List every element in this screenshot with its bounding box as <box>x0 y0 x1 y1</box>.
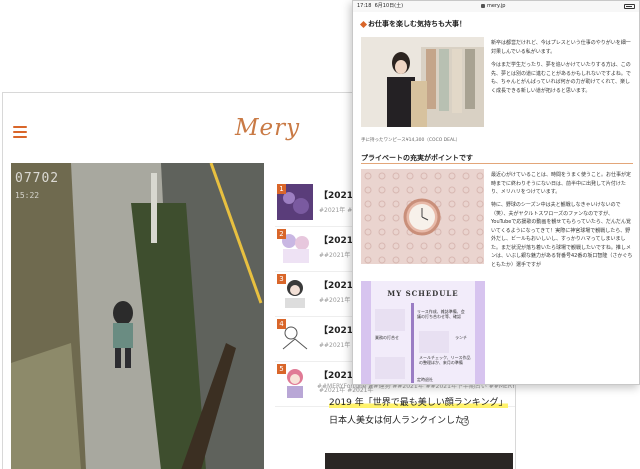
banner-line-1: 2019 年「世界で最も美しい顔ランキング」 <box>329 395 508 408</box>
banner-line-2: 日本人美女は何人ランクインした？ <box>329 416 474 426</box>
status-time: 17:18 <box>357 3 372 9</box>
ranking-thumbnail: 1 <box>277 184 313 220</box>
rank-number: 3 <box>277 274 286 284</box>
section-heading-private: プライベートの充実がポイントです <box>361 154 473 162</box>
photo-caption: 手に持ったワンピース¥14,300（COCO DEAL） <box>361 138 461 143</box>
schedule-item: リース作成、雑誌準備、会議の打ち合わせ等、確認 <box>417 309 465 319</box>
info-icon[interactable]: i <box>461 418 469 426</box>
section-heading-work: お仕事を楽しむ気持ちも大事！ <box>359 19 466 29</box>
ranking-thumbnail: 3 <box>277 274 313 310</box>
ranking-thumbnail: 4 <box>277 319 313 355</box>
section1-paragraph-1: 新卒は都営だけれど、今はプレスという仕事のやりがいを細一対果しんでいる私がいます… <box>491 40 631 55</box>
banner-photo[interactable] <box>325 453 513 469</box>
front-tablet-window: 17:18 6月10日(土) mery.jp お仕事を楽しむ気持ちも大事！ 新卒… <box>352 0 640 385</box>
schedule-item: 業務の打合せ <box>375 335 399 340</box>
status-bar: 17:18 6月10日(土) mery.jp <box>353 1 639 12</box>
section-divider <box>361 163 633 164</box>
banner-highlight-text: 2019 年「世界で最も美しい顔ランキング」 <box>329 398 508 408</box>
battery-icon <box>624 4 635 9</box>
ranking-thumbnail: 5 <box>277 364 313 400</box>
wall-clock-photo[interactable] <box>361 169 484 264</box>
url-text: mery.jp <box>487 3 506 9</box>
interview-photo-boutique[interactable] <box>361 37 484 127</box>
schedule-item: ランチ <box>455 335 467 340</box>
site-logo[interactable]: Mery <box>235 115 300 141</box>
feature-banner[interactable]: 2019 年「世界で最も美しい顔ランキング」 日本人美女は何人ランクインした？ <box>329 395 508 426</box>
url-bar[interactable]: mery.jp <box>481 1 505 12</box>
schedule-item: 定時退社 <box>417 377 433 382</box>
boutique-photo-image <box>361 37 484 127</box>
schedule-title: MY SCHEDULE <box>387 289 459 298</box>
rank-number: 1 <box>277 184 286 194</box>
section1-paragraph-2: 今はまだ学生だったり、夢を追いかけていたりする方は、この先、夢とは別の道に進むこ… <box>491 62 631 94</box>
schedule-item: メールチェック、リース作品の整理ほか、来月の準備 <box>419 355 471 365</box>
status-time-date: 17:18 6月10日(土) <box>357 1 403 12</box>
section2-paragraph-2: 特に、野球のシーズン中は夫と観戦しなきゃいけないので（笑）、夫がヤクルトスワロー… <box>491 202 633 268</box>
lock-icon <box>481 3 485 8</box>
ranking-thumbnail: 2 <box>277 229 313 265</box>
hero-street-photo[interactable]: 07702 15:22 <box>11 163 264 469</box>
rank-number: 2 <box>277 229 286 239</box>
schedule-infographic[interactable]: MY SCHEDULE リース作成、雑誌準備、会議の打ち合わせ等、確認 業務の打… <box>361 281 485 384</box>
photo-date-overlay: 15:22 <box>15 191 40 200</box>
rank-number: 4 <box>277 319 286 329</box>
street-scene-image <box>11 163 264 469</box>
section-marker-icon <box>359 20 368 28</box>
section2-paragraph-1: 最近心がけていることは、時間をうまく使うこと。お仕事が定時までに終わりそうにない… <box>491 172 632 195</box>
section-heading-text: お仕事を楽しむ気持ちも大事！ <box>368 20 466 28</box>
rank-number: 5 <box>277 364 286 374</box>
wall-clock-image <box>361 169 484 264</box>
photo-time-overlay: 07702 <box>15 171 60 186</box>
hamburger-menu-icon[interactable] <box>13 126 27 138</box>
status-date: 6月10日(土) <box>374 3 404 9</box>
